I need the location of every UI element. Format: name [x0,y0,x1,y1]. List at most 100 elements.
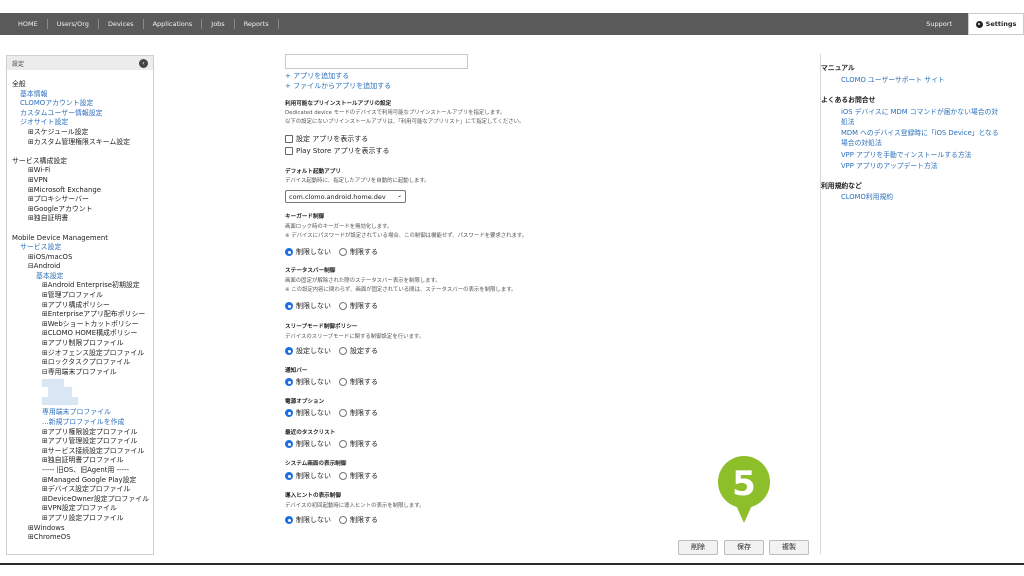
sidebar-item[interactable]: ⊞Android Enterprise初期設定 [12,281,153,291]
sidebar-item[interactable]: ⊞Microsoft Exchange [12,186,153,196]
sidebar-item[interactable]: ...新規プロファイルを作成 [12,418,153,428]
faq-link-ios-device[interactable]: MDM へのデバイス登録時に「iOS Device」となる [821,128,1016,138]
sidebar-item[interactable]: ⊞サービス接続設定プロファイル [12,447,153,457]
recent-option-no-restrict[interactable]: 制限しない [285,439,331,449]
sidebar-item[interactable]: ⊞Enterpriseアプリ配布ポリシー [12,310,153,320]
sidebar-item[interactable]: サービス設定 [12,243,153,253]
sidebar-item[interactable]: ⊞Managed Google Play設定 [12,476,153,486]
sidebar-item[interactable]: ⊞デバイス設定プロファイル [12,485,153,495]
sidebar-item[interactable]: ----- 旧OS、旧Agent用 ----- [12,466,153,476]
recent-option-restrict[interactable]: 制限する [339,439,378,449]
sidebar-section-heading: Mobile Device Management [12,233,108,242]
sidebar-item[interactable]: ⊟Android [12,262,153,272]
statusbar-option-restrict[interactable]: 制限する [339,301,378,311]
hints-radio-group: 制限しない 制限する [285,515,386,525]
sidebar-item[interactable]: 専用端末プロファイル [12,408,153,418]
notify-option-no-restrict[interactable]: 制限しない [285,377,331,387]
power-option-restrict[interactable]: 制限する [339,408,378,418]
sidebar-item[interactable]: ⊞アプリ設定プロファイル [12,514,153,524]
sidebar-item[interactable]: ⊞アプリ管理設定プロファイル [12,437,153,447]
power-radio-group: 制限しない 制限する [285,408,386,418]
nav-support[interactable]: Support [926,20,952,28]
faq-link-mdm-command-cont[interactable]: 処法 [821,117,1016,127]
sidebar-item[interactable]: ⊞カスタム管理権限スキーム設定 [12,138,153,148]
sidebar-item[interactable]: ジオサイト設定 [12,118,153,128]
hints-option-no-restrict[interactable]: 制限しない [285,515,331,525]
nav-settings-button[interactable]: Settings [968,13,1024,35]
faq-link-ios-device-cont[interactable]: 場合の対処法 [821,138,1016,148]
statusbar-option-no-restrict[interactable]: 制限しない [285,301,331,311]
checkbox-label: 設定 アプリを表示する [296,134,369,143]
manual-support-link[interactable]: CLOMO ユーザーサポート サイト [821,75,1016,85]
sleep-option-set[interactable]: 設定する [339,346,378,356]
sidebar-item[interactable]: ⊞アプリ制限プロファイル [12,339,153,349]
sleep-option-no-set[interactable]: 設定しない [285,346,331,356]
sidebar-header: 設定 ‹ [7,56,153,70]
nav-reports[interactable]: Reports [235,19,279,29]
sidebar-item[interactable]: ⊞ChromeOS [12,533,153,543]
recent-radio-group: 制限しない 制限する [285,439,386,449]
sidebar-item[interactable]: ⊟専用端末プロファイル [12,368,153,378]
notify-option-restrict[interactable]: 制限する [339,377,378,387]
sidebar-item[interactable]: ⊞アプリ権限設定プロファイル [12,428,153,438]
default-app-select[interactable]: com.clomo.android.home.dev ⌄ [285,190,406,203]
add-app-link[interactable]: + アプリを追加する [285,71,349,81]
radio-icon [339,347,347,355]
sidebar-item[interactable]: ⊞VPN設定プロファイル [12,504,153,514]
sidebar-item[interactable]: ⊞独自証明書プロファイル [12,456,153,466]
nav-applications[interactable]: Applications [144,19,203,29]
nav-devices[interactable]: Devices [99,19,144,29]
faq-link-mdm-command[interactable]: iOS デバイスに MDM コマンドが届かない場合の対 [821,107,1016,117]
sidebar-item[interactable]: ⊞Wi-Fi [12,166,153,176]
sidebar-item[interactable]: CLOMOアカウント設定 [12,99,153,109]
nav-jobs[interactable]: Jobs [202,19,235,29]
faq-link-vpp-update[interactable]: VPP アプリのアップデート方法 [821,161,1016,171]
sidebar-item[interactable]: ⊞Webショートカットポリシー [12,320,153,330]
sidebar-item[interactable]: ⊞Windows [12,524,153,534]
radio-selected-icon [285,516,293,524]
collapse-sidebar-icon[interactable]: ‹ [139,58,148,68]
sidebar-item[interactable]: 基本情報 [12,90,153,100]
power-option-no-restrict[interactable]: 制限しない [285,408,331,418]
delete-button[interactable]: 削除 [678,540,718,555]
sidebar-title: 設定 [12,61,25,68]
option-label: 制限する [350,378,378,386]
sidebar-item[interactable]: ⊞ロックタスクプロファイル [12,358,153,368]
nav-home[interactable]: HOME [0,19,48,29]
step-callout-badge: 5 [718,456,770,523]
save-button[interactable]: 保存 [724,540,764,555]
sysdialog-option-restrict[interactable]: 制限する [339,471,378,481]
sysdialog-option-no-restrict[interactable]: 制限しない [285,471,331,481]
radio-selected-icon [285,440,293,448]
faq-link-vpp-install[interactable]: VPP アプリを手動でインストールする方法 [821,150,1016,160]
sidebar-item[interactable]: ⊞独自証明書 [12,214,153,224]
sysdialog-title: システム画面の表示制御 [285,461,347,467]
radio-selected-icon [285,347,293,355]
sidebar-item[interactable]: カスタムユーザー情報設定 [12,109,153,119]
terms-link[interactable]: CLOMO利用規約 [821,192,1016,202]
sidebar-item[interactable]: ⊞CLOMO HOME構成ポリシー [12,329,153,339]
sidebar-item[interactable]: ⊞DeviceOwner設定プロファイル [12,495,153,505]
option-label: 制限しない [296,248,331,256]
sidebar-item[interactable]: ⊞スケジュール設定 [12,128,153,138]
show-settings-app-checkbox[interactable]: 設定 アプリを表示する [285,133,368,144]
sidebar-item[interactable]: ⊞プロキシサーバー [12,195,153,205]
sidebar-item[interactable]: ⊞アプリ構成ポリシー [12,301,153,311]
option-label: 制限する [350,440,378,448]
option-label: 制限する [350,516,378,524]
show-play-store-checkbox[interactable]: Play Store アプリを表示する [285,145,390,156]
sidebar-item[interactable]: ⊞ジオフェンス設定プロファイル [12,349,153,359]
sidebar-item[interactable]: ⊞Googleアカウント [12,205,153,215]
option-label: 制限しない [296,409,331,417]
sidebar-item[interactable]: ⊞管理プロファイル [12,291,153,301]
sidebar-item[interactable]: ⊞VPN [12,176,153,186]
sidebar-item[interactable]: ⊞iOS/macOS [12,253,153,263]
app-list-field[interactable] [285,54,468,69]
copy-button[interactable]: 複製 [769,540,809,555]
nav-users-org[interactable]: Users/Org [48,19,99,29]
option-label: 制限しない [296,516,331,524]
add-file-app-link[interactable]: + ファイルからアプリを追加する [285,81,391,91]
keyguard-option-no-restrict[interactable]: 制限しない [285,247,331,257]
keyguard-option-restrict[interactable]: 制限する [339,247,378,257]
hints-option-restrict[interactable]: 制限する [339,515,378,525]
